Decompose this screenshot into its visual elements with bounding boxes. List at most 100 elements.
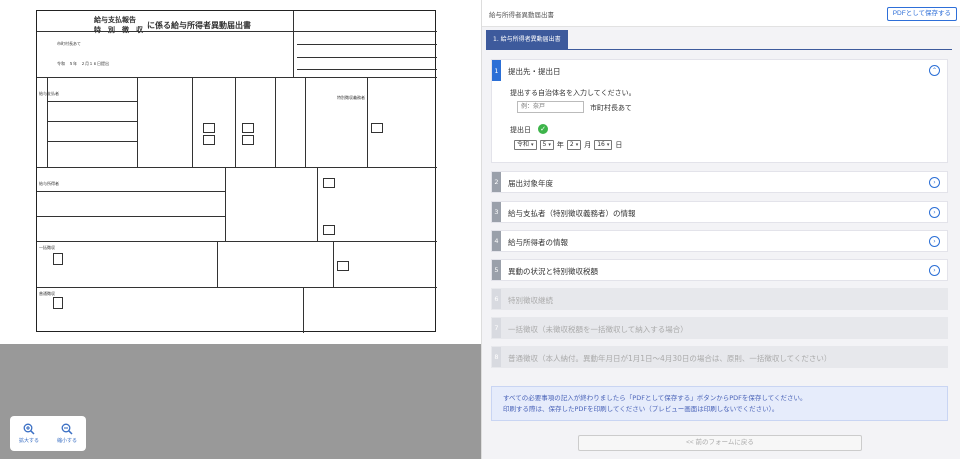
form-line [235, 77, 236, 167]
section-number: 7 [492, 318, 501, 338]
section-earner-info[interactable]: 4 給与所得者の情報 › [491, 230, 948, 252]
form-addressee: 市町村長あて [57, 41, 81, 46]
form-checkbox [242, 135, 254, 145]
chevron-down-icon: ▾ [575, 142, 579, 148]
form-line [367, 77, 368, 167]
year-unit: 年 [556, 141, 564, 149]
form-checkbox [323, 178, 335, 188]
section-payer-info[interactable]: 3 給与支払者（特別徴収義務者）の情報 › [491, 201, 948, 223]
zoom-out-button[interactable]: 縮小する [57, 423, 77, 444]
submission-date-label: 提出日 [510, 126, 531, 134]
form-line [275, 77, 276, 167]
zoom-out-icon [61, 423, 73, 435]
chevron-down-icon: ▾ [548, 142, 551, 148]
form-line [303, 287, 304, 333]
municipality-suffix: 市町村長あて [590, 104, 632, 112]
section-number: 3 [492, 202, 501, 222]
form-checkbox [371, 123, 383, 133]
form-checkbox [203, 135, 215, 145]
form-checkbox [242, 123, 254, 133]
section-header-payer-info: 給与支払者（特別徴収義務者）の情報 [508, 209, 636, 218]
save-pdf-button[interactable]: PDFとして保存する [886, 7, 957, 21]
section-number: 8 [492, 347, 501, 367]
section-header-submission[interactable]: 提出先・提出日 [508, 66, 561, 77]
chevron-down-icon: ▾ [606, 142, 610, 148]
form-panel: 給与所得者異動届出書 PDFとして保存する 1. 給与所得者異動届出書 1 提出… [481, 0, 960, 459]
chevron-right-icon[interactable]: › [929, 265, 940, 276]
zoom-out-label: 縮小する [56, 438, 77, 444]
form-date-line: 令和 ５年 ２月１６日提出 [57, 61, 109, 66]
form-line [37, 241, 437, 242]
section-header-continue-collection: 特別徴収継続 [508, 296, 553, 305]
form-title-suffix: に係る給与所得者異動届出書 [147, 20, 251, 30]
form-line [217, 241, 218, 287]
form-line [317, 167, 318, 241]
form-line [192, 77, 193, 167]
form-line [37, 216, 225, 217]
save-instructions-notice: すべての必要事項の記入が終わりましたら「PDFとして保存する」ボタンからPDFを… [491, 386, 948, 421]
notice-line-2: 印刷する際は、保存したPDFを印刷してください（プレビュー画面は印刷しないでくだ… [503, 405, 779, 413]
form-line [37, 167, 437, 168]
form-line [225, 167, 226, 241]
day-select[interactable]: 16 ▾ [594, 140, 613, 150]
form-checkbox [53, 253, 63, 265]
panel-title: 給与所得者異動届出書 [489, 11, 554, 19]
section-header-target-year: 届出対象年度 [508, 179, 553, 188]
year-select[interactable]: 5 ▾ [539, 140, 554, 150]
form-line [47, 141, 137, 142]
form-line [47, 101, 137, 102]
day-unit: 日 [615, 141, 623, 149]
section-header-earner-info: 給与所得者の情報 [508, 238, 568, 247]
form-sheet: 給与支払報告 特 別 徴 収 に係る給与所得者異動届出書 市町村長あて 令和 ５… [36, 10, 437, 333]
month-unit: 月 [584, 141, 592, 149]
form-line [293, 11, 294, 77]
form-row-label: 給与所得者 [39, 181, 59, 186]
form-line [297, 44, 437, 45]
chevron-down-icon: ▾ [531, 142, 534, 148]
year-value: 5 [542, 141, 547, 148]
section-continue-collection: 6 特別徴収継続 [491, 288, 948, 310]
form-checkbox [337, 261, 349, 271]
notice-line-1: すべての必要事項の記入が終わりましたら「PDFとして保存する」ボタンからPDFを… [503, 394, 807, 402]
month-select[interactable]: 2 ▾ [566, 140, 582, 150]
chevron-right-icon[interactable]: › [929, 236, 940, 247]
chevron-up-icon[interactable]: ⌃ [929, 65, 940, 76]
section-submission: 1 提出先・提出日 ⌃ 提出する自治体名を入力してください。 市町村長あて 提出… [491, 59, 948, 163]
section-number: 4 [492, 231, 501, 251]
form-line [37, 191, 225, 192]
zoom-in-label: 拡大する [18, 438, 39, 444]
tab-income-earner-change[interactable]: 1. 給与所得者異動届出書 [486, 30, 568, 50]
form-title-line1: 給与支払報告 [94, 16, 136, 24]
form-row-label: 特別徴収義務者 [337, 95, 365, 100]
section-number: 6 [492, 289, 501, 309]
form-line [137, 77, 138, 167]
zoom-in-icon [23, 423, 35, 435]
section-number: 1 [492, 60, 501, 81]
era-select[interactable]: 令和 ▾ [514, 140, 537, 150]
form-line [37, 31, 437, 32]
check-icon: ✓ [538, 124, 548, 134]
form-title-line2: 特 別 徴 収 [94, 26, 143, 34]
previous-form-button[interactable]: << 前のフォームに戻る [578, 435, 862, 451]
month-value: 2 [569, 141, 574, 148]
form-checkbox [323, 225, 335, 235]
panel-header: 給与所得者異動届出書 PDFとして保存する [482, 0, 960, 27]
municipality-question: 提出する自治体名を入力してください。 [510, 89, 636, 97]
era-value: 令和 [517, 141, 530, 148]
chevron-right-icon[interactable]: › [929, 177, 940, 188]
form-checkbox [53, 297, 63, 309]
form-title: 給与支払報告 特 別 徴 収 に係る給与所得者異動届出書 [94, 13, 251, 37]
tab-bar: 1. 給与所得者異動届出書 [486, 30, 952, 50]
form-line [47, 121, 137, 122]
form-checkbox [203, 123, 215, 133]
section-target-year[interactable]: 2 届出対象年度 › [491, 171, 948, 193]
zoom-in-button[interactable]: 拡大する [19, 423, 39, 444]
section-change-status[interactable]: 5 異動の状況と特別徴収税額 › [491, 259, 948, 281]
form-line [333, 241, 334, 287]
municipality-input[interactable] [517, 101, 584, 113]
section-header-ordinary-collection: 普通徴収（本人納付。異動年月日が1月1日～4月30日の場合は、原則、一括徴収して… [508, 354, 832, 363]
section-header-change-status: 異動の状況と特別徴収税額 [508, 267, 598, 276]
submission-date-row: 令和 ▾ 5 ▾ 年 2 ▾ 月 16 ▾ 日 [514, 140, 622, 150]
chevron-right-icon[interactable]: › [929, 207, 940, 218]
section-number: 2 [492, 172, 501, 192]
